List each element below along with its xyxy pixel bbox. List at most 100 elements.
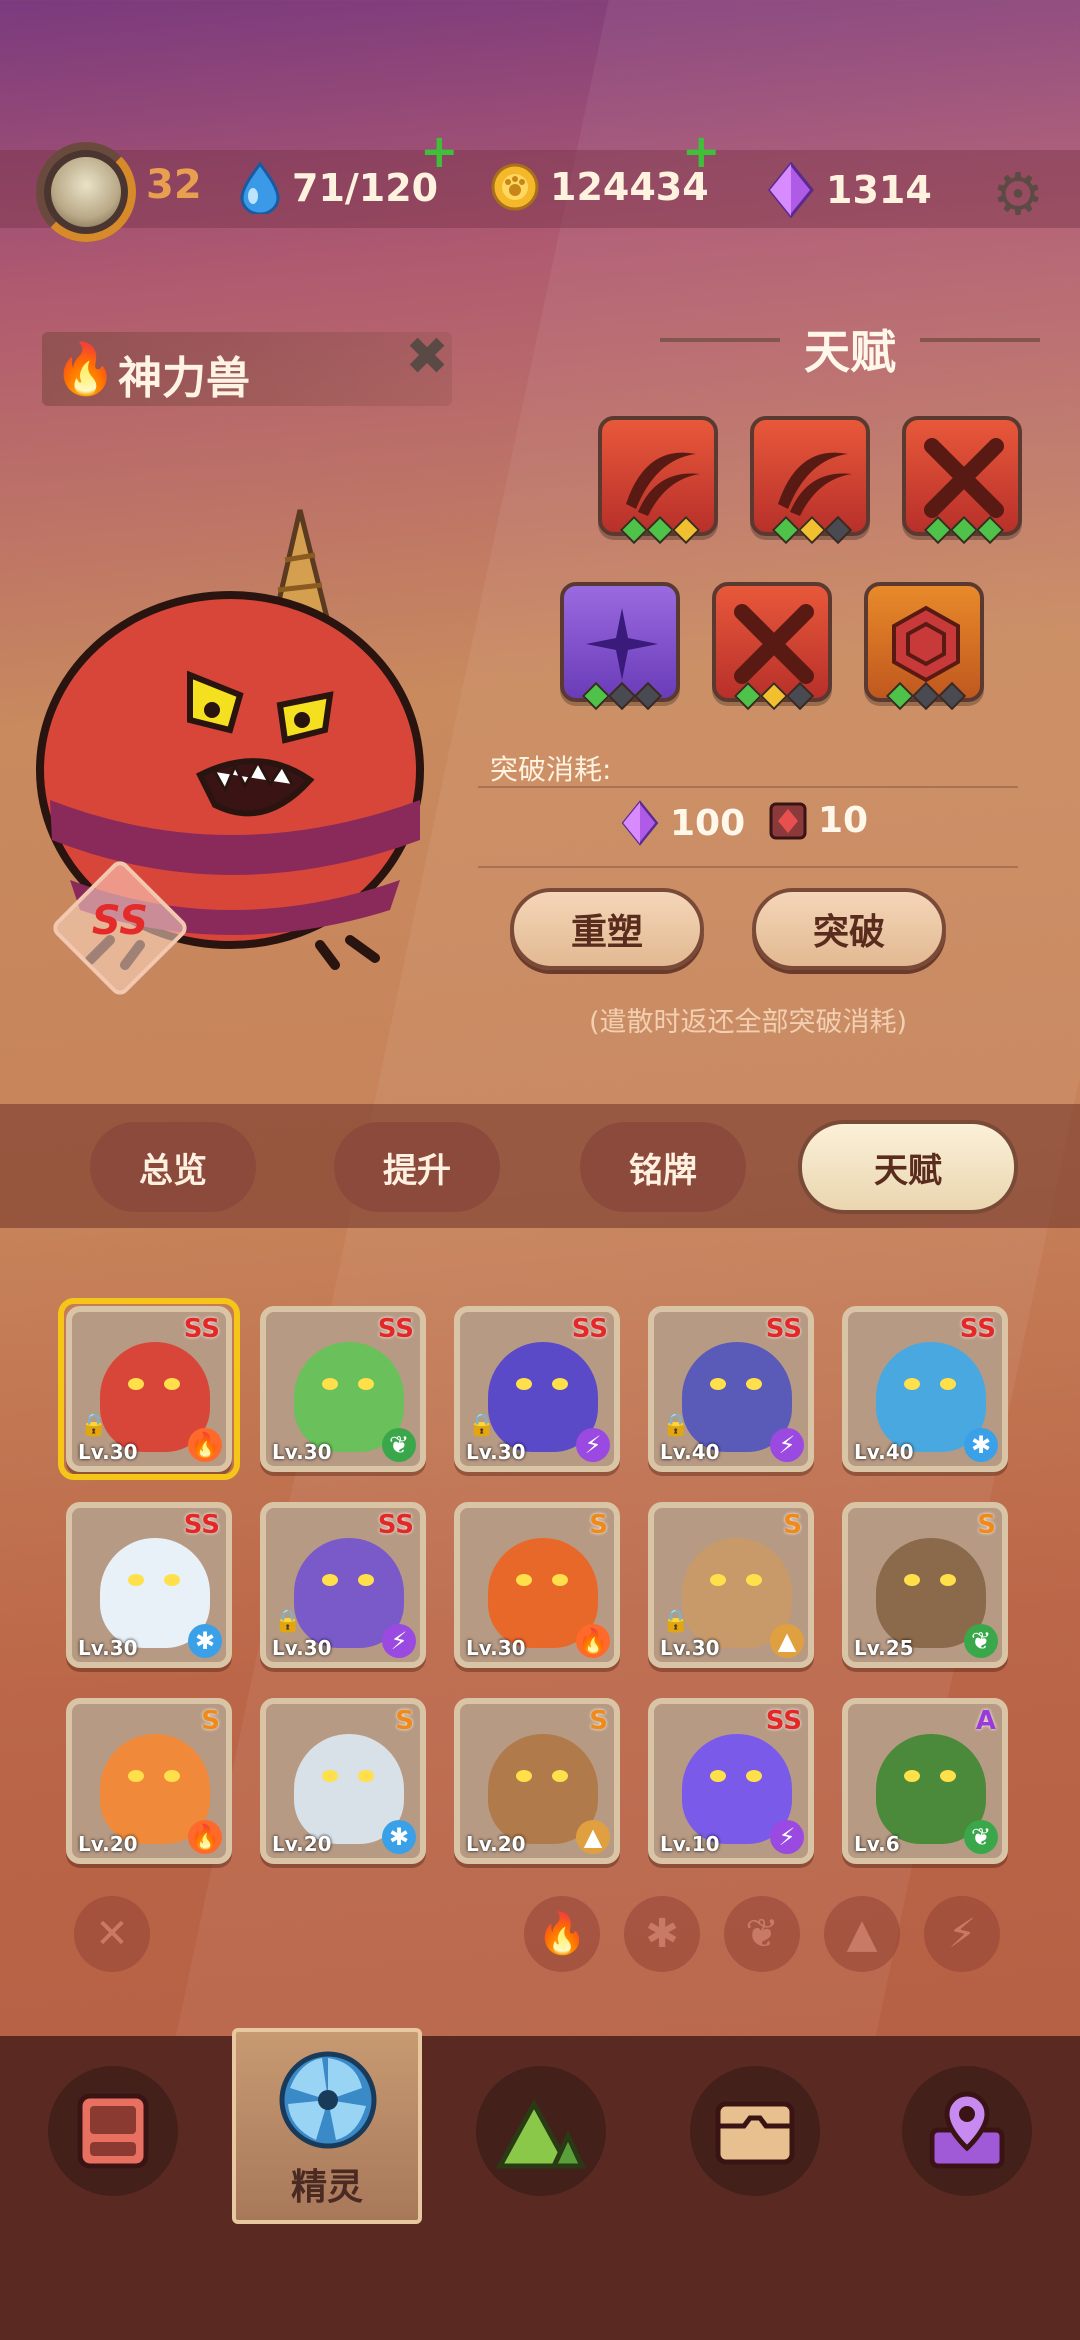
creature-card[interactable]: S Lv.30 🔥 xyxy=(454,1502,620,1668)
tab-nameplate[interactable]: 铭牌 xyxy=(580,1122,746,1212)
monster-name-panel: 🔥 神力兽 ✖ xyxy=(42,331,452,406)
creature-level: Lv.30 xyxy=(466,1636,526,1660)
creature-card[interactable]: S Lv.20 ▲ xyxy=(454,1698,620,1864)
creature-card[interactable]: SS Lv.30 ❦ xyxy=(260,1306,426,1472)
creature-grade: S xyxy=(783,1510,802,1540)
creature-level: Lv.30 xyxy=(78,1636,138,1660)
fire-element-icon: 🔥 xyxy=(54,340,117,398)
gems-display: 1314 xyxy=(766,162,932,218)
creature-eye xyxy=(710,1770,726,1782)
creature-card[interactable]: S Lv.20 🔥 xyxy=(66,1698,232,1864)
creature-eye xyxy=(904,1770,920,1782)
creature-level: Lv.30 xyxy=(272,1636,332,1660)
creature-grade: SS xyxy=(377,1314,414,1344)
creature-grade: SS xyxy=(571,1314,608,1344)
tab-overview[interactable]: 总览 xyxy=(90,1122,256,1212)
player-avatar[interactable] xyxy=(36,142,136,242)
breakthrough-note: (遣散时返还全部突破消耗) xyxy=(588,1007,908,1038)
creature-eye xyxy=(358,1574,374,1586)
nav-inventory[interactable] xyxy=(690,2066,820,2196)
creature-level: Lv.20 xyxy=(466,1832,526,1856)
creature-eye xyxy=(164,1770,180,1782)
creature-level: Lv.25 xyxy=(854,1636,914,1660)
hexagon-gem-icon xyxy=(892,605,960,683)
lock-icon: 🔒 xyxy=(274,1609,302,1634)
rock-filter-icon[interactable]: ▲ xyxy=(824,1896,900,1972)
creature-eye xyxy=(746,1770,762,1782)
tab-upgrade[interactable]: 提升 xyxy=(334,1122,500,1212)
lightning-filter-icon[interactable]: ⚡ xyxy=(924,1896,1000,1972)
nav-world[interactable] xyxy=(476,2066,606,2196)
purple-gem-icon xyxy=(768,162,814,218)
creature-eye xyxy=(904,1378,920,1390)
leaf-element-icon: ❦ xyxy=(964,1624,998,1658)
creature-grade: SS xyxy=(377,1510,414,1540)
creature-card[interactable]: S 🔒 Lv.30 ▲ xyxy=(648,1502,814,1668)
cross-strike-icon xyxy=(924,438,1004,518)
creature-eye xyxy=(746,1378,762,1390)
divider xyxy=(478,786,1018,788)
star-burst-icon xyxy=(586,608,658,680)
creature-eye xyxy=(746,1574,762,1586)
creature-eye xyxy=(552,1770,568,1782)
creature-grade: S xyxy=(201,1706,220,1736)
creature-eye xyxy=(128,1770,144,1782)
creature-eye xyxy=(940,1378,956,1390)
fire-element-icon: 🔥 xyxy=(576,1624,610,1658)
claw-slash-icon xyxy=(626,452,700,516)
add-coins-button[interactable]: + xyxy=(682,124,721,178)
settings-gear-icon[interactable]: ⚙ xyxy=(986,162,1050,226)
lightning-element-icon: ⚡ xyxy=(382,1624,416,1658)
creature-card[interactable]: S Lv.25 ❦ xyxy=(842,1502,1008,1668)
creature-level: Lv.20 xyxy=(272,1832,332,1856)
rock-element-icon: ▲ xyxy=(576,1820,610,1854)
creature-eye xyxy=(940,1770,956,1782)
creature-level: Lv.40 xyxy=(660,1440,720,1464)
creature-card[interactable]: SS 🔒 Lv.30 ⚡ xyxy=(260,1502,426,1668)
ice-filter-icon[interactable]: ✱ xyxy=(624,1896,700,1972)
creature-eye xyxy=(516,1574,532,1586)
creature-eye xyxy=(940,1574,956,1586)
tab-bar: 总览 提升 铭牌 天赋 xyxy=(0,1104,1080,1228)
map-pin-icon xyxy=(929,2091,1005,2169)
talent-stars-6 xyxy=(885,681,967,711)
nav-map[interactable] xyxy=(902,2066,1032,2196)
fire-filter-icon[interactable]: 🔥 xyxy=(524,1896,600,1972)
talent-stars-5 xyxy=(733,681,815,711)
nav-spirits-label: 精灵 xyxy=(290,2167,363,2208)
add-energy-button[interactable]: + xyxy=(420,124,459,178)
creature-card[interactable]: SS Lv.30 ✱ xyxy=(66,1502,232,1668)
creature-card[interactable]: A Lv.6 ❦ xyxy=(842,1698,1008,1864)
cost-gems: 100 xyxy=(620,800,745,846)
lightning-element-icon: ⚡ xyxy=(576,1428,610,1462)
creature-card[interactable]: SS Lv.10 ⚡ xyxy=(648,1698,814,1864)
creature-card[interactable]: S Lv.20 ✱ xyxy=(260,1698,426,1864)
cost-gems-value: 100 xyxy=(670,802,746,844)
breakthrough-button[interactable]: 突破 xyxy=(752,888,946,970)
creature-card[interactable]: SS Lv.40 ✱ xyxy=(842,1306,1008,1472)
creature-eye xyxy=(164,1574,180,1586)
creature-card[interactable]: SS 🔒 Lv.30 ⚡ xyxy=(454,1306,620,1472)
cost-items: 10 xyxy=(768,800,868,841)
nav-device[interactable] xyxy=(48,2066,178,2196)
lock-icon: 🔒 xyxy=(468,1413,496,1438)
reset-button[interactable]: 重塑 xyxy=(510,888,704,970)
creature-eye xyxy=(904,1574,920,1586)
creature-card[interactable]: SS 🔒 Lv.40 ⚡ xyxy=(648,1306,814,1472)
coin-icon xyxy=(491,163,539,211)
lock-icon: 🔒 xyxy=(662,1609,690,1634)
gems-value: 1314 xyxy=(826,168,932,212)
ice-element-icon: ✱ xyxy=(188,1624,222,1658)
creature-eye xyxy=(710,1378,726,1390)
close-icon[interactable]: ✖ xyxy=(402,331,452,383)
creature-grade: A xyxy=(975,1706,996,1736)
creature-grade: S xyxy=(395,1706,414,1736)
leaf-element-icon: ❦ xyxy=(964,1820,998,1854)
tab-talent[interactable]: 天赋 xyxy=(798,1120,1018,1214)
creature-eye xyxy=(552,1574,568,1586)
creature-level: Lv.20 xyxy=(78,1832,138,1856)
lightning-element-icon: ⚡ xyxy=(770,1428,804,1462)
clear-filter-icon[interactable]: ✕ xyxy=(74,1896,150,1972)
leaf-filter-icon[interactable]: ❦ xyxy=(724,1896,800,1972)
creature-level: Lv.30 xyxy=(466,1440,526,1464)
